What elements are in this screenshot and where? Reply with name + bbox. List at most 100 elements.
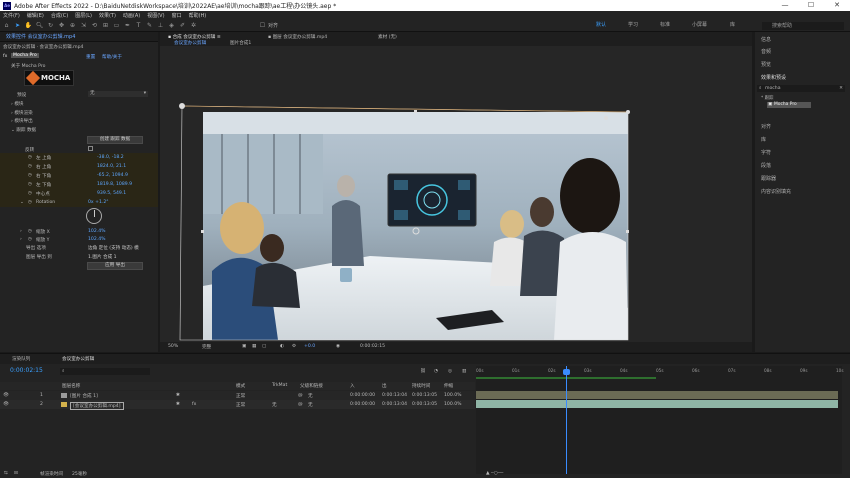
stopwatch-icon[interactable]: ◷ — [28, 237, 32, 242]
graph-editor-icon[interactable]: ▥ — [462, 369, 466, 374]
transparency-grid-icon[interactable]: ▦ — [252, 344, 256, 349]
toggle-switches-icon[interactable]: ⇆ — [4, 471, 8, 476]
hand-tool-icon[interactable]: ✋ — [24, 21, 33, 30]
resolution-dropdown[interactable]: 完整 — [202, 344, 211, 350]
track-row-value[interactable]: 939.5, 549.1 — [97, 191, 126, 196]
zoom-tool-icon[interactable]: 🔍︎ — [35, 21, 44, 30]
corner-handle[interactable] — [179, 103, 185, 109]
library-panel-tab[interactable]: 库 — [761, 136, 766, 143]
zoom-out-timeline-icon[interactable]: ▲ ─○── — [486, 471, 503, 476]
preview-panel-tab[interactable]: 预览 — [761, 61, 771, 68]
character-panel-tab[interactable]: 字符 — [761, 149, 771, 156]
invert-checkbox[interactable] — [88, 146, 93, 151]
pickwhip-icon[interactable]: @ — [298, 402, 303, 407]
fast-preview-icon[interactable]: ⚙ — [292, 344, 296, 349]
move-tool-icon[interactable]: ✥ — [57, 21, 66, 30]
content-aware-fill-tab[interactable]: 内容识别填充 — [761, 188, 791, 195]
layer-in[interactable]: 0:00:00:00 — [350, 402, 375, 407]
effect-reset-link[interactable]: 重置 — [86, 54, 95, 60]
track-row-value[interactable]: -38.0, -18.2 — [97, 155, 124, 160]
layer-mode[interactable]: 正常 — [236, 402, 245, 408]
zoom-dropdown[interactable]: 50% — [168, 344, 178, 349]
layer-parent[interactable]: 无 — [308, 393, 313, 399]
effect-about-link[interactable]: 帮助/关于 — [102, 54, 122, 60]
region-icon[interactable]: ▣ — [242, 344, 246, 349]
col-mode[interactable]: 模式 — [236, 383, 245, 389]
snapshot-icon[interactable]: ◉ — [336, 344, 340, 349]
dolly-tool-icon[interactable]: ⇲ — [79, 21, 88, 30]
rotate-tool-icon[interactable]: ⟲ — [90, 21, 99, 30]
pan-behind-tool-icon[interactable]: ⊞ — [101, 21, 110, 30]
paragraph-panel-tab[interactable]: 段落 — [761, 162, 771, 169]
motion-blur-icon[interactable]: ◎ — [448, 369, 452, 374]
menu-help[interactable]: 帮助(H) — [189, 12, 207, 19]
layer-export-dropdown[interactable]: 1.图片 合成 1 — [88, 254, 117, 260]
snap-checkbox[interactable]: ☐ — [258, 21, 267, 30]
layer-duration[interactable]: 0:00:13:05 — [412, 393, 437, 398]
toggle-modes-icon[interactable]: ⊟ — [14, 471, 18, 476]
layer-stretch[interactable]: 100.0% — [444, 393, 462, 398]
pickwhip-icon[interactable]: @ — [298, 393, 303, 398]
create-track-data-button[interactable]: 创建 跟踪 数据 — [87, 136, 143, 144]
col-layer-name[interactable]: 图层名称 — [62, 383, 80, 389]
layer-duration[interactable]: 0:00:13:05 — [412, 402, 437, 407]
layer-parent[interactable]: 无 — [308, 402, 313, 408]
layer-2-bar[interactable] — [476, 400, 838, 408]
fx-badge[interactable]: fx — [3, 54, 7, 59]
preset-dropdown[interactable]: 无 ▾ — [88, 91, 148, 97]
search-help-input[interactable]: 搜索帮助 — [762, 22, 844, 30]
viewer-timecode[interactable]: 0:00:02:15 — [360, 344, 385, 349]
menu-composition[interactable]: 合成(C) — [51, 12, 68, 19]
tracker-panel-tab[interactable]: 跟踪器 — [761, 175, 776, 182]
layer-trkmat[interactable]: 无 — [272, 402, 277, 408]
menu-window[interactable]: 窗口 — [172, 12, 182, 19]
edge-handle[interactable] — [626, 230, 629, 233]
info-panel-tab[interactable]: 信息 — [761, 36, 771, 43]
rectangle-tool-icon[interactable]: ▭ — [112, 21, 121, 30]
col-parent[interactable]: 父级和链接 — [300, 383, 323, 389]
maximize-button[interactable]: ☐ — [798, 0, 824, 11]
stopwatch-icon[interactable]: ◷ — [28, 182, 32, 187]
track-row-value[interactable]: -65.2, 1094.9 — [97, 173, 128, 178]
visibility-eye-icon[interactable]: 👁︎ — [3, 393, 9, 398]
menu-effect[interactable]: 效果(T) — [99, 12, 116, 19]
workspace-default[interactable]: 默认 — [596, 21, 606, 28]
effect-controls-tab[interactable]: 效果控件 会议室办公剪辑.mp4 — [6, 33, 75, 40]
stopwatch-icon[interactable]: ◷ — [28, 229, 32, 234]
menu-file[interactable]: 文件(F) — [3, 12, 20, 19]
layer-mode[interactable]: 正常 — [236, 393, 245, 399]
stopwatch-icon[interactable]: ◷ — [28, 191, 32, 196]
layer-in[interactable]: 0:00:00:00 — [350, 393, 375, 398]
comp-flowchart-icon[interactable]: ⛓ — [420, 369, 426, 374]
edge-handle[interactable] — [414, 110, 417, 113]
apply-export-button[interactable]: 应用 导出 — [87, 262, 143, 270]
effect-result-mocha-pro[interactable]: ▣ Mocha Pro — [767, 102, 811, 108]
pen-tool-icon[interactable]: ✒ — [123, 21, 132, 30]
exposure-value[interactable]: +0.0 — [304, 344, 315, 349]
selection-tool-icon[interactable]: ➤ — [13, 21, 22, 30]
mask-icon[interactable]: ▢ — [262, 344, 266, 349]
brush-tool-icon[interactable]: ✎ — [145, 21, 154, 30]
section-module-export[interactable]: › 模块导出 — [11, 118, 33, 124]
export-options-dropdown[interactable]: 边角 定位 (支持 动态) 模 — [88, 245, 139, 251]
workspace-library[interactable]: 库 — [730, 21, 735, 28]
type-tool-icon[interactable]: T — [134, 21, 143, 30]
corner-handle[interactable] — [604, 116, 608, 120]
menu-view[interactable]: 视图(V) — [147, 12, 164, 19]
timeline-timecode[interactable]: 0:00:02:15 — [10, 367, 43, 374]
stopwatch-icon[interactable]: ◷ — [28, 155, 32, 160]
comp-timeline-tab[interactable]: 会议室办公剪辑 — [62, 356, 94, 362]
render-queue-tab[interactable]: 渲染队列 — [12, 356, 30, 362]
edge-handle[interactable] — [201, 230, 204, 233]
effects-search-input[interactable]: mocha ⌕ ✕ — [757, 85, 845, 92]
draft-3d-icon[interactable]: ◔ — [434, 369, 438, 374]
layer-row-1[interactable]: 👁︎ 1 [图片 合成 1] ✱ 正常 @ 无 0:00:00:00 0:00:… — [0, 391, 475, 400]
menu-animation[interactable]: 动画(A) — [123, 12, 140, 19]
layer-1-bar[interactable] — [476, 391, 838, 399]
stopwatch-icon[interactable]: ◷ — [28, 200, 32, 205]
align-panel-tab[interactable]: 对齐 — [761, 123, 771, 130]
timeline-tracks[interactable]: 00s 01s 02s 03s 04s 05s 06s 07s 08s 09s … — [476, 366, 844, 474]
clear-search-icon[interactable]: ✕ — [839, 85, 843, 92]
layer-out[interactable]: 0:00:13:04 — [382, 393, 407, 398]
audio-panel-tab[interactable]: 音频 — [761, 48, 771, 55]
